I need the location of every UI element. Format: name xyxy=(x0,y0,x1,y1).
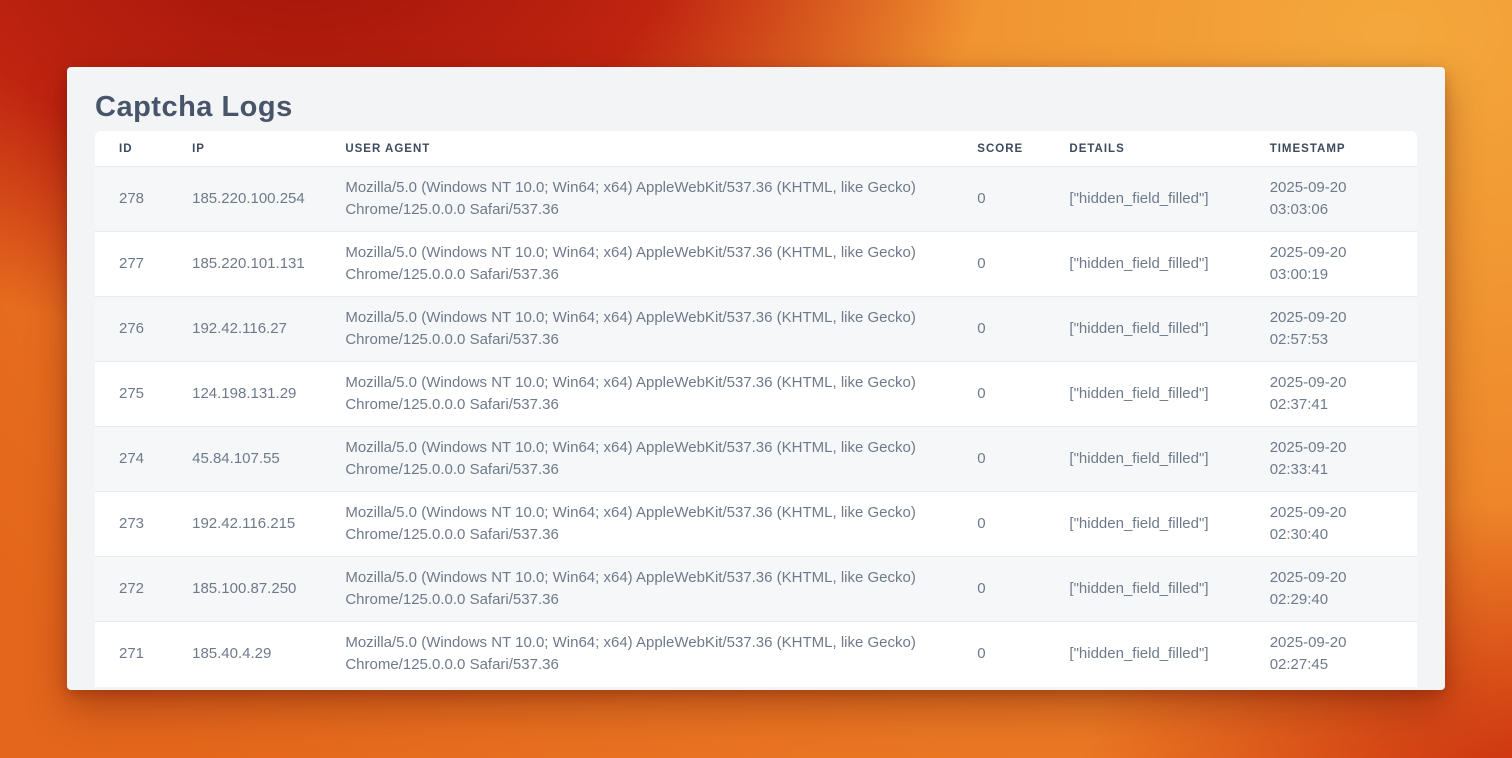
cell-id: 272 xyxy=(95,557,168,622)
cell-ip: 185.100.87.250 xyxy=(168,557,321,622)
cell-details: ["hidden_field_filled"] xyxy=(1045,167,1245,232)
column-header-ip: IP xyxy=(168,131,321,167)
column-header-user_agent: USER AGENT xyxy=(321,131,953,167)
cell-id: 273 xyxy=(95,492,168,557)
cell-user_agent: Mozilla/5.0 (Windows NT 10.0; Win64; x64… xyxy=(321,427,953,492)
table-row: 273192.42.116.215Mozilla/5.0 (Windows NT… xyxy=(95,492,1417,557)
cell-user_agent: Mozilla/5.0 (Windows NT 10.0; Win64; x64… xyxy=(321,167,953,232)
cell-details: ["hidden_field_filled"] xyxy=(1045,427,1245,492)
cell-score: 0 xyxy=(953,297,1045,362)
page-title: Captcha Logs xyxy=(95,86,1417,128)
cell-timestamp: 2025-09-20 02:27:45 xyxy=(1246,622,1417,687)
cell-id: 277 xyxy=(95,232,168,297)
cell-timestamp: 2025-09-20 02:29:40 xyxy=(1246,557,1417,622)
cell-ip: 45.84.107.55 xyxy=(168,427,321,492)
column-header-id: ID xyxy=(95,131,168,167)
table-row: 276192.42.116.27Mozilla/5.0 (Windows NT … xyxy=(95,297,1417,362)
logs-table: IDIPUSER AGENTSCOREDETAILSTIMESTAMP 2781… xyxy=(95,131,1417,687)
table-row: 272185.100.87.250Mozilla/5.0 (Windows NT… xyxy=(95,557,1417,622)
cell-id: 274 xyxy=(95,427,168,492)
cell-user_agent: Mozilla/5.0 (Windows NT 10.0; Win64; x64… xyxy=(321,622,953,687)
cell-id: 271 xyxy=(95,622,168,687)
cell-id: 276 xyxy=(95,297,168,362)
cell-user_agent: Mozilla/5.0 (Windows NT 10.0; Win64; x64… xyxy=(321,557,953,622)
column-header-details: DETAILS xyxy=(1045,131,1245,167)
cell-timestamp: 2025-09-20 02:30:40 xyxy=(1246,492,1417,557)
cell-score: 0 xyxy=(953,167,1045,232)
cell-score: 0 xyxy=(953,362,1045,427)
cell-details: ["hidden_field_filled"] xyxy=(1045,492,1245,557)
table-row: 277185.220.101.131Mozilla/5.0 (Windows N… xyxy=(95,232,1417,297)
cell-details: ["hidden_field_filled"] xyxy=(1045,557,1245,622)
table-row: 27445.84.107.55Mozilla/5.0 (Windows NT 1… xyxy=(95,427,1417,492)
cell-id: 275 xyxy=(95,362,168,427)
cell-ip: 185.40.4.29 xyxy=(168,622,321,687)
table-header-row: IDIPUSER AGENTSCOREDETAILSTIMESTAMP xyxy=(95,131,1417,167)
cell-user_agent: Mozilla/5.0 (Windows NT 10.0; Win64; x64… xyxy=(321,232,953,297)
cell-timestamp: 2025-09-20 02:57:53 xyxy=(1246,297,1417,362)
cell-details: ["hidden_field_filled"] xyxy=(1045,297,1245,362)
column-header-score: SCORE xyxy=(953,131,1045,167)
cell-user_agent: Mozilla/5.0 (Windows NT 10.0; Win64; x64… xyxy=(321,362,953,427)
cell-details: ["hidden_field_filled"] xyxy=(1045,232,1245,297)
cell-score: 0 xyxy=(953,557,1045,622)
cell-id: 278 xyxy=(95,167,168,232)
logs-table-container: IDIPUSER AGENTSCOREDETAILSTIMESTAMP 2781… xyxy=(95,131,1417,687)
cell-ip: 192.42.116.27 xyxy=(168,297,321,362)
table-row: 278185.220.100.254Mozilla/5.0 (Windows N… xyxy=(95,167,1417,232)
cell-details: ["hidden_field_filled"] xyxy=(1045,362,1245,427)
cell-ip: 185.220.100.254 xyxy=(168,167,321,232)
table-row: 271185.40.4.29Mozilla/5.0 (Windows NT 10… xyxy=(95,622,1417,687)
cell-ip: 124.198.131.29 xyxy=(168,362,321,427)
cell-timestamp: 2025-09-20 03:03:06 xyxy=(1246,167,1417,232)
column-header-timestamp: TIMESTAMP xyxy=(1246,131,1417,167)
cell-score: 0 xyxy=(953,427,1045,492)
cell-details: ["hidden_field_filled"] xyxy=(1045,622,1245,687)
captcha-logs-card: Captcha Logs IDIPUSER AGENTSCOREDETAILST… xyxy=(67,67,1445,690)
cell-ip: 192.42.116.215 xyxy=(168,492,321,557)
cell-timestamp: 2025-09-20 02:33:41 xyxy=(1246,427,1417,492)
cell-timestamp: 2025-09-20 02:37:41 xyxy=(1246,362,1417,427)
cell-score: 0 xyxy=(953,232,1045,297)
cell-timestamp: 2025-09-20 03:00:19 xyxy=(1246,232,1417,297)
cell-ip: 185.220.101.131 xyxy=(168,232,321,297)
cell-user_agent: Mozilla/5.0 (Windows NT 10.0; Win64; x64… xyxy=(321,492,953,557)
cell-score: 0 xyxy=(953,622,1045,687)
cell-score: 0 xyxy=(953,492,1045,557)
cell-user_agent: Mozilla/5.0 (Windows NT 10.0; Win64; x64… xyxy=(321,297,953,362)
table-row: 275124.198.131.29Mozilla/5.0 (Windows NT… xyxy=(95,362,1417,427)
table-body: 278185.220.100.254Mozilla/5.0 (Windows N… xyxy=(95,167,1417,687)
